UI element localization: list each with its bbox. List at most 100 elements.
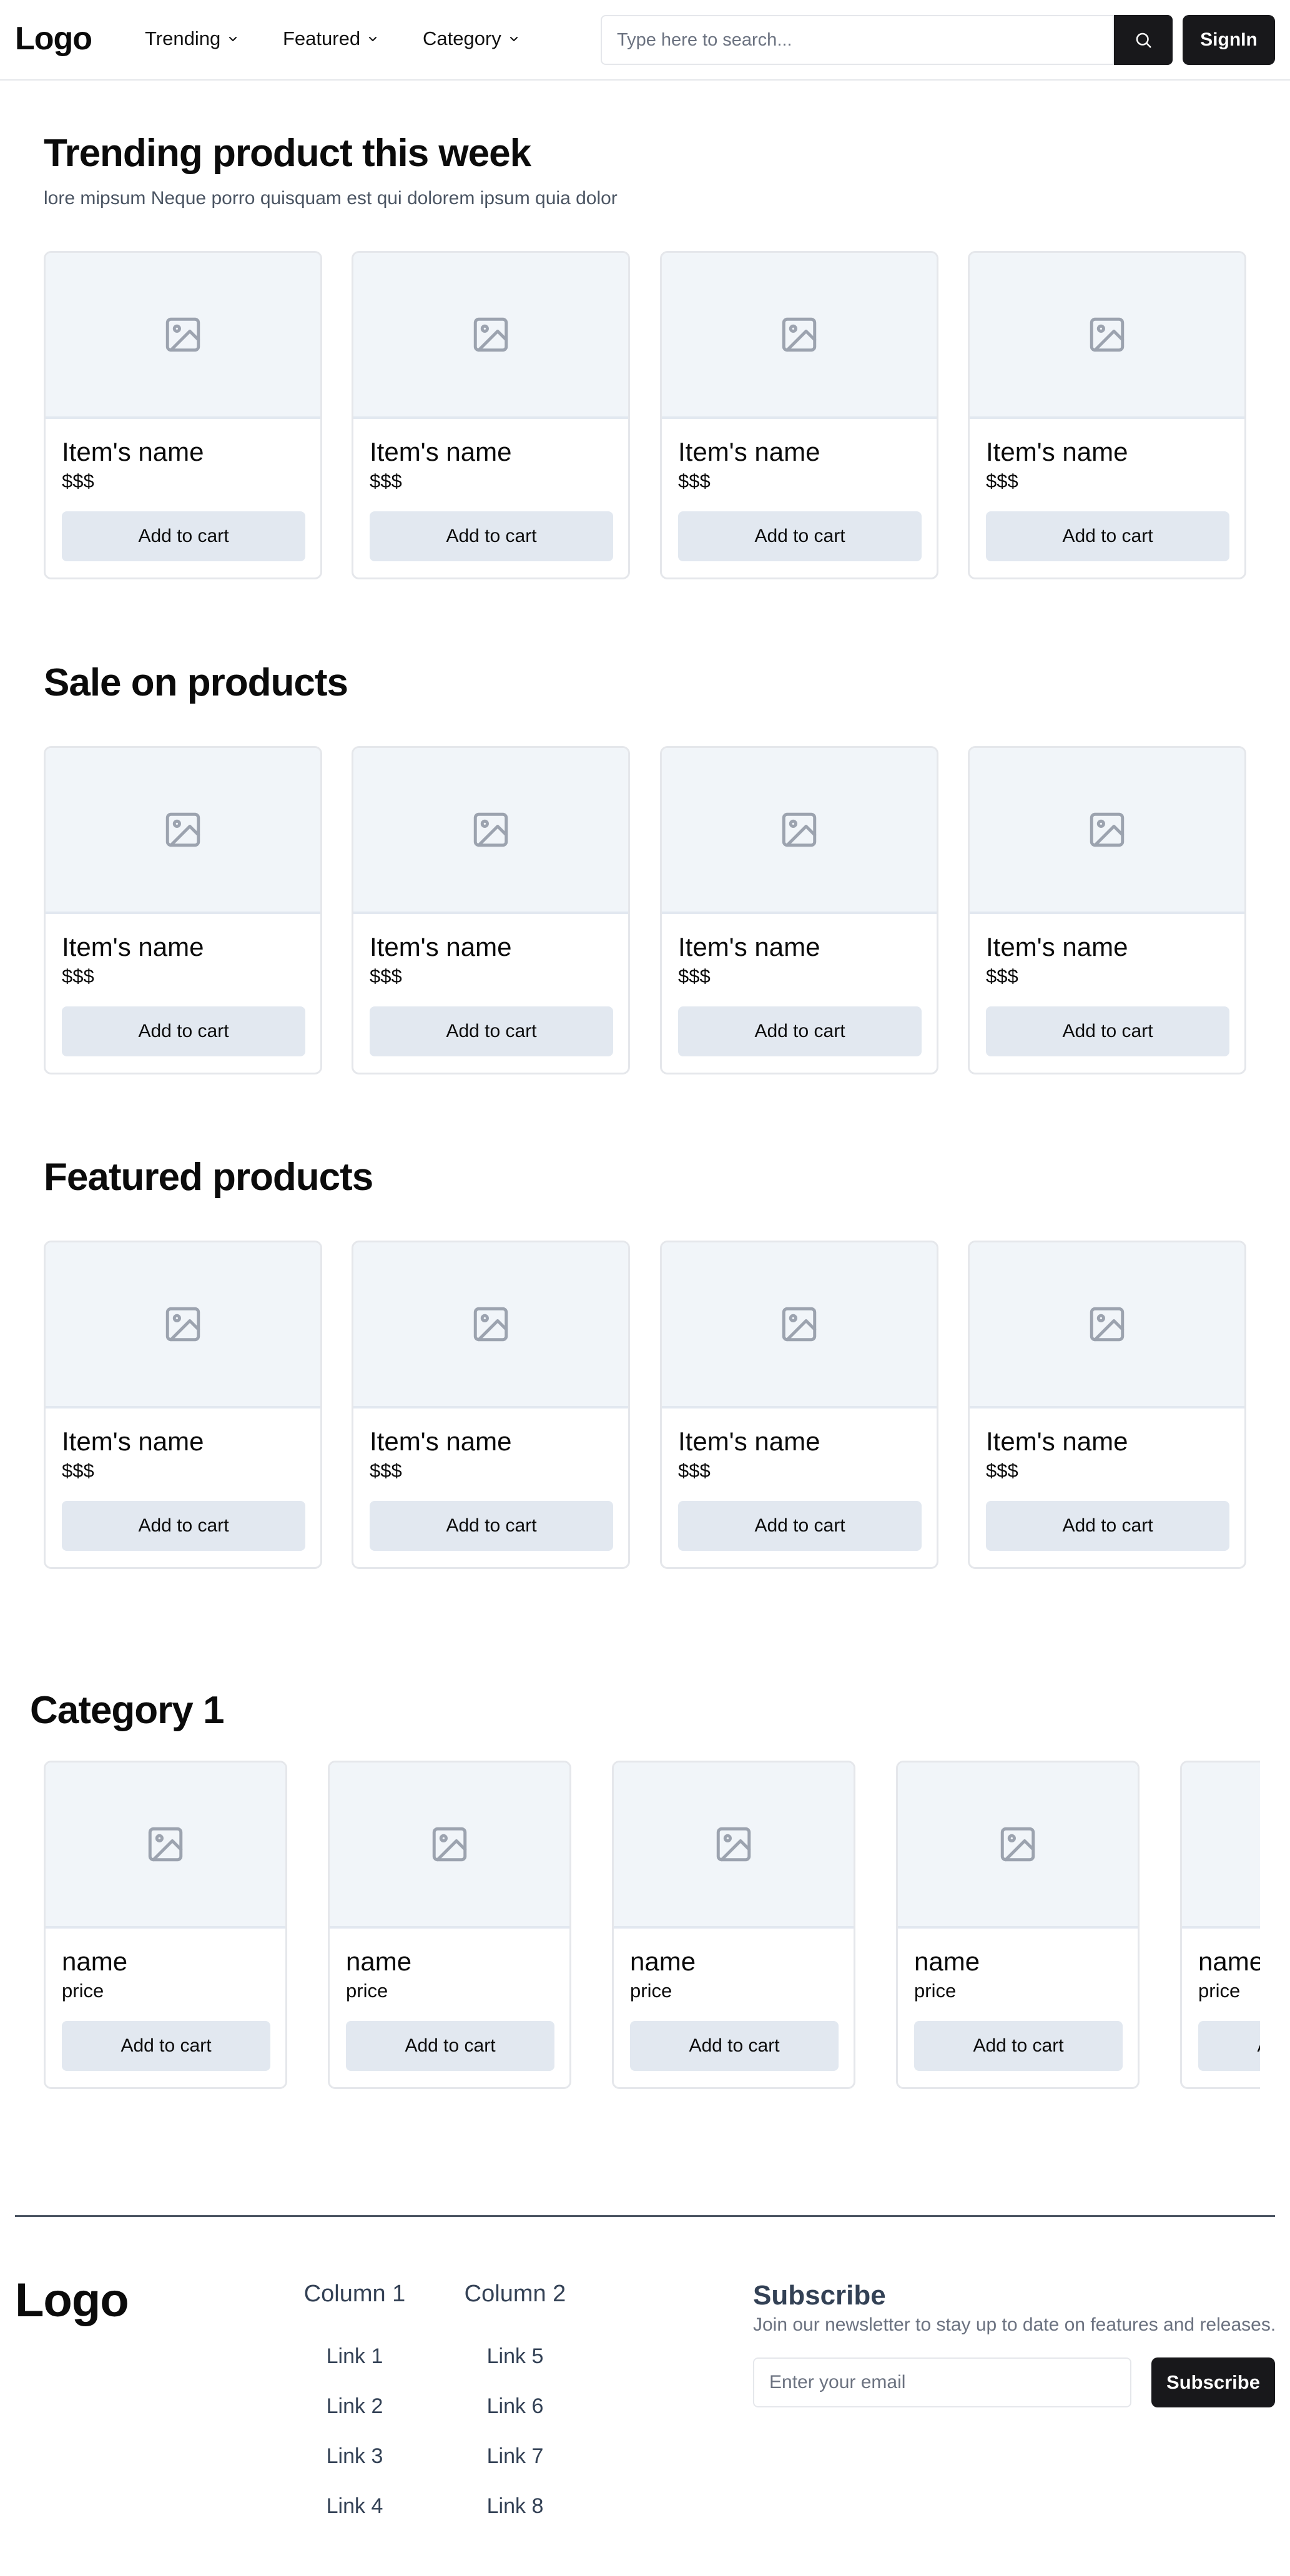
add-to-cart-button[interactable]: Add to cart (346, 2021, 554, 2071)
nav-item-trending[interactable]: Trending (145, 25, 239, 52)
footer-column-heading: Column 2 (464, 2281, 566, 2307)
product-image (614, 1762, 854, 1929)
add-to-cart-button[interactable]: Add to cart (678, 511, 922, 561)
product-name: name (346, 1947, 412, 1976)
footer-link[interactable]: Link 2 (273, 2392, 436, 2420)
product-price: price (62, 1980, 104, 2002)
product-image (970, 1242, 1244, 1408)
product-name: Item's name (62, 932, 204, 961)
product-card[interactable]: Item's name $$$ Add to cart (660, 746, 938, 1074)
add-to-cart-button[interactable]: Add to cart (62, 1501, 305, 1551)
image-placeholder-icon (165, 317, 200, 352)
search-icon (1136, 32, 1151, 48)
product-card[interactable]: Item's name $$$ Add to cart (660, 251, 938, 579)
footer-link[interactable]: Link 1 (273, 2342, 436, 2370)
add-to-cart-button[interactable]: Add to cart (986, 1006, 1229, 1056)
category-carousel[interactable]: name price Add to cart name price Add to… (44, 1758, 1260, 2095)
product-name: Item's name (986, 932, 1128, 961)
subscribe-button[interactable]: Subscribe (1151, 2357, 1275, 2407)
logo[interactable]: Logo (15, 19, 92, 59)
footer-column-heading: Column 1 (303, 2281, 406, 2307)
product-price: $$$ (62, 1460, 94, 1482)
image-placeholder-icon (782, 317, 817, 352)
search-button[interactable] (1114, 15, 1173, 65)
add-to-cart-button[interactable]: Add to cart (986, 1501, 1229, 1551)
add-to-cart-button[interactable]: Add to cart (986, 511, 1229, 561)
product-card[interactable]: name price Add to cart (328, 1761, 571, 2089)
footer-divider (15, 2215, 1275, 2217)
top-navbar: Logo Trending Featured Category SignIn (0, 0, 1290, 81)
product-name: Item's name (678, 437, 820, 466)
product-price: $$$ (678, 965, 711, 987)
footer-link[interactable]: Link 7 (434, 2442, 596, 2470)
product-card[interactable]: name price Add to cart (44, 1761, 287, 2089)
product-card[interactable]: Item's name $$$ Add to cart (44, 251, 322, 579)
product-price: $$$ (986, 470, 1018, 492)
product-price: $$$ (370, 470, 402, 492)
product-card[interactable]: Item's name $$$ Add to cart (44, 746, 322, 1074)
category-title: Category 1 (30, 1689, 224, 1732)
search-input[interactable] (601, 15, 1114, 65)
image-placeholder-icon (473, 1307, 508, 1342)
footer-logo[interactable]: Logo (15, 2273, 129, 2329)
product-price: $$$ (62, 470, 94, 492)
product-card[interactable]: Item's name $$$ Add to cart (968, 251, 1246, 579)
product-image (353, 1242, 628, 1408)
footer-link[interactable]: Link 3 (273, 2442, 436, 2470)
image-placeholder-icon (716, 1827, 751, 1862)
image-placeholder-icon (1090, 812, 1125, 847)
product-card[interactable]: Item's name $$$ Add to cart (968, 746, 1246, 1074)
product-image (353, 748, 628, 914)
product-card[interactable]: Item's name $$$ Add to cart (352, 251, 630, 579)
email-field[interactable] (753, 2357, 1131, 2407)
product-name: name (62, 1947, 128, 1976)
add-to-cart-button[interactable]: Add to cart (370, 511, 613, 561)
product-name: name (914, 1947, 980, 1976)
footer-link[interactable]: Link 6 (434, 2392, 596, 2420)
nav-item-label: Trending (145, 27, 221, 49)
add-to-cart-button[interactable]: Add to cart (62, 1006, 305, 1056)
product-name: Item's name (678, 932, 820, 961)
signin-button[interactable]: SignIn (1183, 15, 1275, 65)
product-price: price (346, 1980, 388, 2002)
footer-link[interactable]: Link 8 (434, 2492, 596, 2520)
image-placeholder-icon (432, 1827, 467, 1862)
add-to-cart-button[interactable]: Add to cart (678, 1006, 922, 1056)
section-title-featured: Featured products (44, 1156, 373, 1199)
add-to-cart-button[interactable]: Add to cart (914, 2021, 1123, 2071)
product-image (46, 748, 320, 914)
product-card[interactable]: name price Add to cart (1180, 1761, 1260, 2089)
add-to-cart-button[interactable]: Add to cart (1198, 2021, 1260, 2071)
product-image (353, 253, 628, 419)
product-card[interactable]: name price Add to cart (896, 1761, 1140, 2089)
nav-item-featured[interactable]: Featured (283, 25, 379, 52)
add-to-cart-button[interactable]: Add to cart (62, 511, 305, 561)
image-placeholder-icon (1000, 1827, 1035, 1862)
product-name: Item's name (62, 1427, 204, 1456)
product-card[interactable]: Item's name $$$ Add to cart (352, 746, 630, 1074)
product-price: $$$ (986, 965, 1018, 987)
product-price: $$$ (370, 1460, 402, 1482)
nav-item-label: Category (423, 27, 501, 49)
product-name: Item's name (62, 437, 204, 466)
product-name: Item's name (370, 437, 512, 466)
add-to-cart-button[interactable]: Add to cart (678, 1501, 922, 1551)
image-placeholder-icon (1090, 317, 1125, 352)
add-to-cart-button[interactable]: Add to cart (630, 2021, 839, 2071)
image-placeholder-icon (473, 317, 508, 352)
product-card[interactable]: Item's name $$$ Add to cart (968, 1241, 1246, 1569)
product-card[interactable]: Item's name $$$ Add to cart (660, 1241, 938, 1569)
image-placeholder-icon (782, 812, 817, 847)
product-card[interactable]: name price Add to cart (612, 1761, 855, 2089)
add-to-cart-button[interactable]: Add to cart (370, 1006, 613, 1056)
chevron-down-icon (510, 37, 518, 41)
product-card[interactable]: Item's name $$$ Add to cart (44, 1241, 322, 1569)
add-to-cart-button[interactable]: Add to cart (370, 1501, 613, 1551)
footer-link[interactable]: Link 4 (273, 2492, 436, 2520)
product-name: Item's name (370, 932, 512, 961)
footer-link[interactable]: Link 5 (434, 2342, 596, 2370)
add-to-cart-button[interactable]: Add to cart (62, 2021, 270, 2071)
product-card[interactable]: Item's name $$$ Add to cart (352, 1241, 630, 1569)
product-name: Item's name (986, 1427, 1128, 1456)
nav-item-category[interactable]: Category (423, 25, 520, 52)
